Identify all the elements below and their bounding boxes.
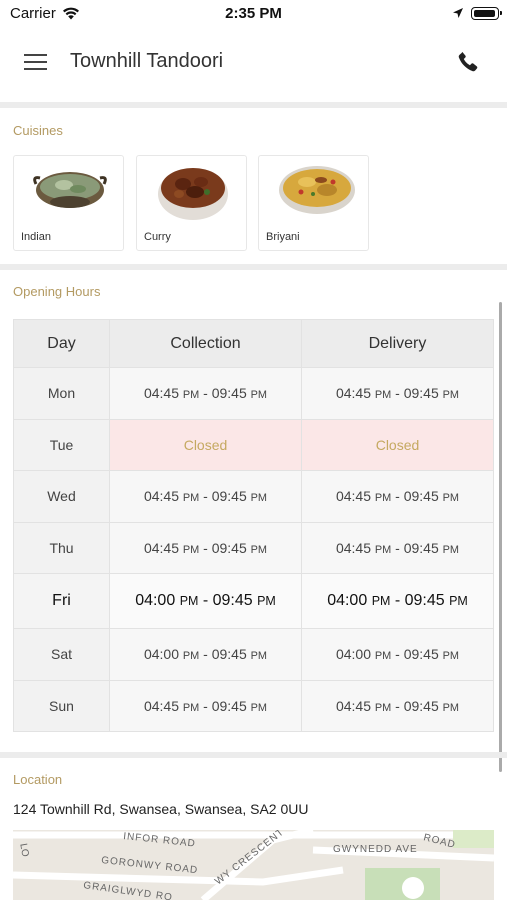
table-header-row: Day Collection Delivery: [13, 319, 494, 368]
map-graphic: LO INFOR ROAD GORONWY ROAD WY CRESCENT G…: [13, 830, 494, 900]
cuisine-card-indian[interactable]: Indian: [13, 155, 124, 251]
table-row-today: Fri 04:00 PM - 09:45 PM 04:00 PM - 09:45…: [13, 573, 494, 629]
day-cell: Thu: [13, 521, 110, 574]
restaurant-title: Townhill Tandoori: [70, 50, 224, 72]
briyani-dish-image: [279, 166, 355, 214]
collection-time-cell: 04:45 PM - 09:45 PM: [109, 679, 302, 732]
app-header: Townhill Tandoori: [0, 30, 507, 102]
section-divider: [0, 102, 507, 108]
delivery-time-cell: 04:00 PM - 09:45 PM: [301, 573, 494, 629]
cuisine-name: Indian: [21, 231, 51, 243]
day-cell: Fri: [13, 573, 110, 629]
day-cell: Sat: [13, 628, 110, 681]
status-time: 2:35 PM: [225, 5, 282, 22]
day-cell: Tue: [13, 418, 110, 471]
location-arrow-icon: [453, 8, 463, 18]
delivery-time-cell: 04:45 PM - 09:45 PM: [301, 679, 494, 732]
location-map[interactable]: LO INFOR ROAD GORONWY ROAD WY CRESCENT G…: [13, 830, 494, 900]
battery-icon: [471, 7, 502, 20]
delivery-time-cell: 04:00 PM - 09:45 PM: [301, 628, 494, 681]
collection-time-cell: 04:45 PM - 09:45 PM: [109, 367, 302, 420]
phone-icon[interactable]: [456, 50, 480, 74]
delivery-time-cell: 04:45 PM - 09:45 PM: [301, 367, 494, 420]
location-label: Location: [13, 772, 63, 787]
collection-time-cell: 04:45 PM - 09:45 PM: [109, 470, 302, 523]
scrollbar[interactable]: [499, 302, 502, 772]
table-row: Sun 04:45 PM - 09:45 PM 04:45 PM - 09:45…: [13, 679, 494, 732]
table-row: Thu 04:45 PM - 09:45 PM 04:45 PM - 09:45…: [13, 521, 494, 574]
indian-dish-image: [33, 172, 107, 208]
day-cell: Sun: [13, 679, 110, 732]
collection-time-cell: 04:00 PM - 09:45 PM: [109, 628, 302, 681]
day-column-header: Day: [13, 319, 110, 368]
table-row: Mon 04:45 PM - 09:45 PM 04:45 PM - 09:45…: [13, 367, 494, 420]
day-cell: Wed: [13, 470, 110, 523]
cuisines-label: Cuisines: [13, 123, 63, 138]
delivery-time-cell: 04:45 PM - 09:45 PM: [301, 521, 494, 574]
collection-closed-cell: Closed: [109, 418, 302, 471]
delivery-closed-cell: Closed: [301, 418, 494, 471]
section-divider: [0, 752, 507, 758]
cuisine-card-curry[interactable]: Curry: [136, 155, 247, 251]
section-divider: [0, 264, 507, 270]
map-road-label: LO: [17, 843, 30, 858]
cuisine-name: Curry: [144, 231, 171, 243]
curry-dish-image: [158, 168, 228, 220]
day-cell: Mon: [13, 367, 110, 420]
map-road-label: GWYNEDD AVE: [333, 844, 418, 855]
status-bar: Carrier 2:35 PM: [0, 0, 507, 30]
collection-column-header: Collection: [109, 319, 302, 368]
delivery-column-header: Delivery: [301, 319, 494, 368]
hamburger-menu-icon[interactable]: [24, 54, 47, 70]
cuisine-name: Briyani: [266, 231, 300, 243]
opening-hours-table: Day Collection Delivery Mon 04:45 PM - 0…: [13, 319, 494, 732]
collection-time-cell: 04:00 PM - 09:45 PM: [109, 573, 302, 629]
table-row: Sat 04:00 PM - 09:45 PM 04:00 PM - 09:45…: [13, 628, 494, 681]
delivery-time-cell: 04:45 PM - 09:45 PM: [301, 470, 494, 523]
table-row: Tue Closed Closed: [13, 418, 494, 471]
opening-hours-label: Opening Hours: [13, 284, 101, 299]
address-text: 124 Townhill Rd, Swansea, Swansea, SA2 0…: [13, 801, 309, 817]
cuisine-card-briyani[interactable]: Briyani: [258, 155, 369, 251]
table-row: Wed 04:45 PM - 09:45 PM 04:45 PM - 09:45…: [13, 470, 494, 523]
collection-time-cell: 04:45 PM - 09:45 PM: [109, 521, 302, 574]
